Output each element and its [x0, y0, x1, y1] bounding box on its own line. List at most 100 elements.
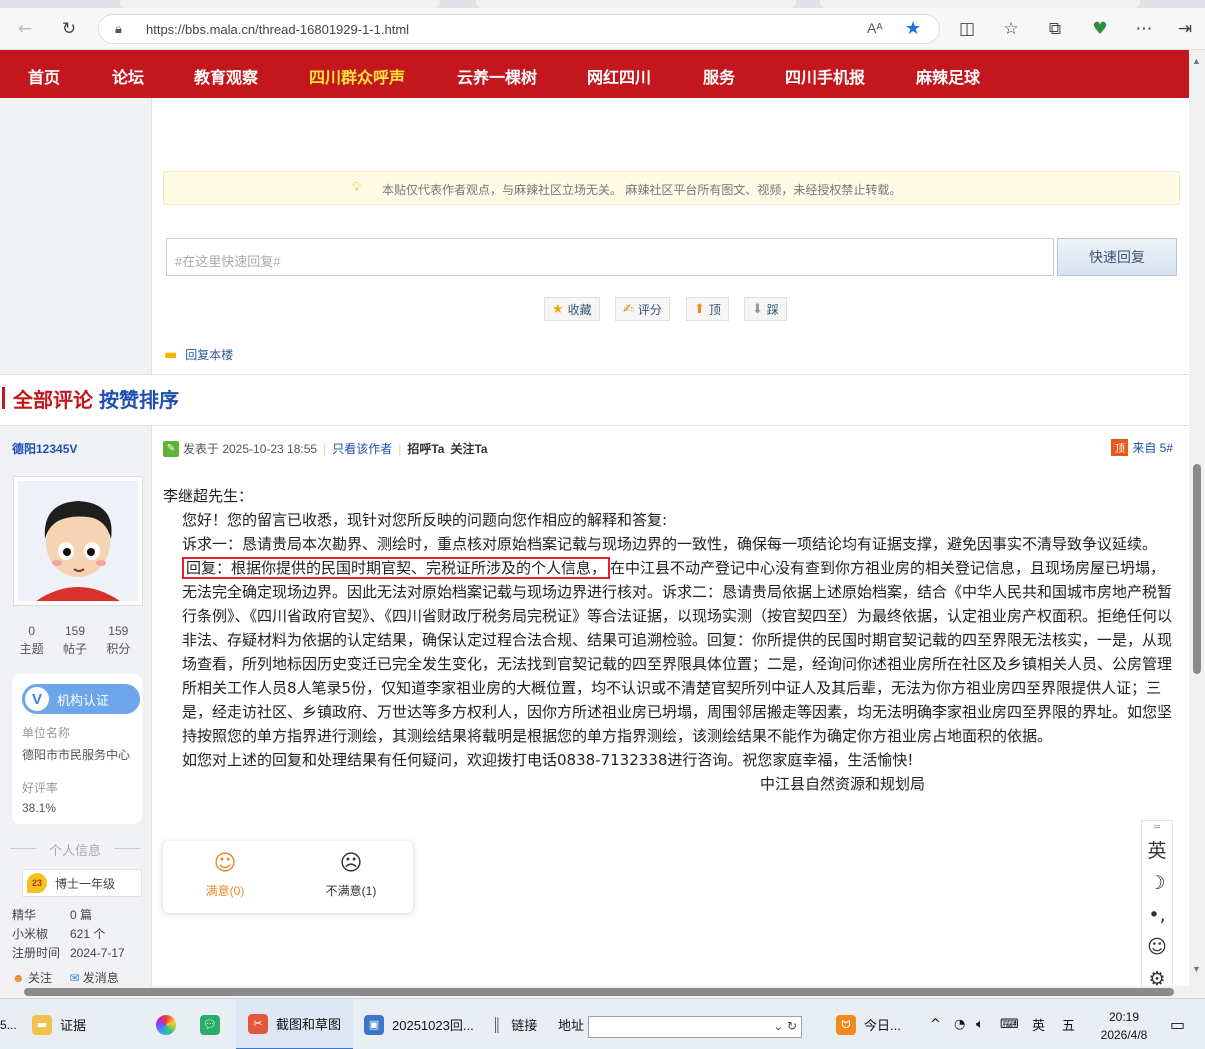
taskbar-snipping-tool[interactable]: ✂ 截图和草图 [236, 999, 354, 1049]
nav-service[interactable]: 服务 [703, 64, 735, 88]
author-name[interactable]: 德阳12345V [12, 440, 77, 457]
rating-label: 好评率 [22, 781, 59, 795]
ime-language-toggle[interactable]: 英 [1142, 835, 1172, 867]
cartoon-avatar-image [18, 481, 138, 601]
network-icon[interactable]: ◔ [954, 999, 965, 1049]
split-screen-icon[interactable]: ◫ [954, 16, 980, 42]
collections-icon[interactable]: ⧉ [1042, 16, 1068, 42]
stat-points-value: 159 [108, 624, 129, 638]
only-author-link[interactable]: 只看该作者 [332, 440, 392, 457]
read-aloud-icon[interactable]: Aᴬ [867, 20, 883, 36]
more-menu-icon[interactable]: ⋯ [1131, 16, 1157, 42]
greet-link[interactable]: 招呼Ta [407, 440, 444, 457]
folder-icon: ▬ [32, 1014, 52, 1035]
browser-tab[interactable] [120, 0, 440, 8]
notification-icon[interactable]: ▭ [1170, 999, 1185, 1049]
quick-reply-button[interactable]: 快速回复 [1057, 238, 1177, 276]
floor-number[interactable]: 来自 5# [1132, 439, 1173, 456]
kv-essence: 精华 0 篇 [12, 906, 92, 923]
taskbar-news[interactable]: ᗢ 今日... [836, 999, 901, 1049]
follow-author-link[interactable]: 关注Ta [450, 440, 487, 457]
unsatisfied-button[interactable]: ☹ 不满意(1) [301, 851, 401, 899]
org-name: 德阳市市民服务中心 [22, 748, 131, 762]
volume-icon[interactable]: 🔈︎ [976, 999, 984, 1049]
quick-reply-input[interactable]: #在这里快速回复# [166, 238, 1054, 276]
favorite-star-icon[interactable]: ★ [905, 18, 921, 39]
ime-mode-indicator[interactable]: 英 [1032, 999, 1045, 1049]
satisfied-button[interactable]: ☺ 满意(0) [175, 851, 275, 899]
post-body: 李继超先生： 您好！您的留言已收悉，现针对您所反映的问题向您作相应的解释和答复:… [163, 484, 1175, 796]
rate-button[interactable]: ✍ 评分 [615, 297, 670, 321]
site-nav: 首页 论坛 教育观察 四川群众呼声 云养一棵树 网红四川 服务 四川手机报 麻辣… [0, 50, 1189, 98]
avatar[interactable] [13, 476, 143, 606]
taskbar-address-label: 地址 [558, 1018, 585, 1033]
nav-mobile-news[interactable]: 四川手机报 [785, 64, 865, 88]
org-name-label: 单位名称 [22, 726, 71, 740]
taskbar-color-app[interactable] [156, 999, 184, 1049]
kv-key: 小米椒 [12, 927, 49, 941]
nav-public-voice[interactable]: 四川群众呼声 [309, 64, 405, 88]
taskbar-cutoff-item[interactable]: 5... [0, 999, 17, 1049]
stat-posts-label: 帖子 [62, 642, 87, 656]
punctuation-icon[interactable]: •, [1142, 899, 1172, 931]
taskbar-wechat[interactable]: 💬︎ [200, 999, 228, 1049]
back-icon[interactable]: ← [12, 16, 38, 42]
vertical-scrollbar[interactable]: ▲ ▼ [1189, 50, 1205, 986]
system-clock[interactable]: 20:19 2026/4/8 [1094, 1008, 1154, 1044]
nav-football[interactable]: 麻辣足球 [916, 64, 980, 88]
taskbar-links[interactable]: ║ 链接 [492, 999, 537, 1049]
keyboard-icon[interactable]: ⌨ [1000, 999, 1019, 1049]
address-bar[interactable]: 🔒︎ https://bbs.mala.cn/thread-16801929-1… [98, 14, 940, 44]
browser-tab[interactable] [476, 0, 796, 8]
drag-handle-icon[interactable]: ═ [1142, 821, 1172, 835]
night-mode-icon[interactable]: ☽ [1142, 867, 1172, 899]
nav-home[interactable]: 首页 [28, 64, 60, 88]
extension-icon[interactable]: ♥ [1087, 16, 1113, 42]
downvote-button[interactable]: ⬇ 踩 [744, 297, 787, 321]
rate-label: 评分 [637, 302, 662, 317]
color-wheel-icon [156, 1014, 176, 1035]
taskbar-image-label: 20251023回... [392, 1018, 474, 1033]
all-comments-tab[interactable]: 全部评论 [13, 384, 93, 413]
post-request-one: 诉求一：恳请贵局本次勘界、测绘时，重点核对原始档案记载与现场边界的一致性，确保每… [182, 535, 1158, 553]
stat-points[interactable]: 159 积分 [97, 622, 140, 658]
taskbar-address-input[interactable]: ⌄ ↻ [588, 1016, 802, 1038]
level-label: 博士一年级 [55, 876, 116, 891]
nav-tree[interactable]: 云养一棵树 [457, 64, 537, 88]
kv-key: 注册时间 [12, 946, 61, 960]
stat-posts[interactable]: 159 帖子 [53, 622, 96, 658]
scroll-up-icon[interactable]: ▲ [1192, 56, 1201, 66]
horizontal-scrollbar[interactable] [0, 986, 1205, 998]
sidebar-toggle-icon[interactable]: ⇥ [1172, 16, 1198, 42]
hscroll-thumb[interactable] [24, 988, 1174, 996]
frown-icon: ☹ [339, 851, 363, 876]
url-text[interactable]: https://bbs.mala.cn/thread-16801929-1-1.… [146, 22, 409, 37]
nav-influencer[interactable]: 网红四川 [587, 64, 651, 88]
verified-icon: V [25, 687, 49, 711]
taskbar-image-viewer[interactable]: ▣ 20251023回... [364, 999, 474, 1049]
refresh-icon[interactable]: ↻ [56, 16, 82, 42]
scroll-thumb[interactable] [1193, 464, 1201, 674]
scroll-down-icon[interactable]: ▼ [1192, 964, 1201, 974]
reply-floor-link[interactable]: ▬ 回复本楼 [164, 346, 233, 363]
tray-overflow-icon[interactable]: ^ [930, 999, 941, 1049]
sort-by-likes-tab[interactable]: 按赞排序 [99, 384, 179, 413]
favorite-button[interactable]: ★ 收藏 [544, 297, 600, 321]
browser-tab[interactable] [820, 0, 1140, 8]
upvote-button[interactable]: ⬆ 顶 [686, 297, 729, 321]
nav-education[interactable]: 教育观察 [194, 64, 258, 88]
top-tag-icon[interactable]: 顶 [1111, 439, 1129, 456]
favorites-icon[interactable]: ☆ [998, 16, 1024, 42]
go-refresh-icon[interactable]: ↻ [787, 1019, 797, 1033]
send-message-link[interactable]: 发消息 [83, 971, 119, 985]
stat-topics[interactable]: 0 主题 [10, 622, 53, 658]
emoji-icon[interactable]: ☺ [1142, 931, 1172, 963]
follow-link[interactable]: 关注 [28, 971, 52, 985]
chevron-down-icon[interactable]: ⌄ [774, 1020, 783, 1033]
lock-icon[interactable]: 🔒︎ [115, 22, 122, 37]
nav-forum[interactable]: 论坛 [112, 64, 144, 88]
ime-wubi-indicator[interactable]: 五 [1062, 999, 1075, 1049]
post-date: 发表于 2025-10-23 18:55 [183, 442, 318, 456]
unsatisfied-label: 不满意(1) [325, 884, 377, 898]
taskbar-folder-evidence[interactable]: ▬ 证据 [32, 999, 86, 1049]
